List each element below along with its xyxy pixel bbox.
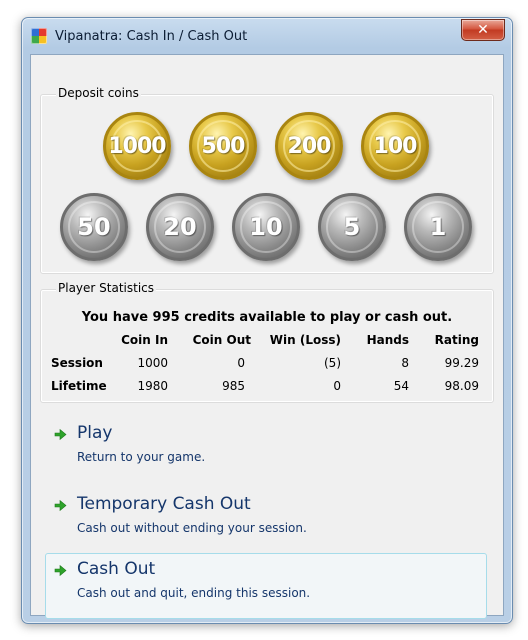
table-cell: 1000 — [137, 356, 168, 370]
table-cell: 0 — [333, 379, 341, 393]
command-description: Return to your game. — [77, 450, 206, 464]
row-header: Lifetime — [51, 379, 107, 393]
coin-value: 10 — [249, 213, 283, 241]
credits-message: You have 995 credits available to play o… — [81, 310, 453, 325]
deposit-coins-group: Deposit coins 1000 500 200 100 50 20 10 — [40, 86, 494, 274]
row-header: Session — [51, 356, 103, 370]
command-title: Temporary Cash Out — [77, 494, 251, 514]
coin-1-button[interactable]: 1 — [404, 193, 472, 261]
column-header: Coin Out — [192, 333, 251, 347]
command-title: Cash Out — [77, 559, 156, 579]
coin-5-button[interactable]: 5 — [318, 193, 386, 261]
coin-value: 5 — [343, 213, 361, 241]
cash-out-command-link[interactable]: Cash Out Cash out and quit, ending this … — [45, 553, 487, 619]
dialog-window: Vipanatra: Cash In / Cash Out ✕ Deposit … — [21, 17, 513, 624]
table-cell: 99.29 — [444, 356, 479, 370]
coin-500-button[interactable]: 500 — [189, 112, 257, 180]
app-icon — [31, 28, 47, 44]
column-header: Hands — [366, 333, 409, 347]
column-header: Win (Loss) — [269, 333, 341, 347]
title-bar[interactable]: Vipanatra: Cash In / Cash Out ✕ — [22, 18, 512, 54]
green-arrow-icon — [54, 564, 67, 577]
player-statistics-label: Player Statistics — [56, 281, 157, 295]
table-cell: 8 — [401, 356, 409, 370]
coin-100-button[interactable]: 100 — [361, 112, 429, 180]
dialog-content: Deposit coins 1000 500 200 100 50 20 10 — [30, 54, 504, 619]
coin-value: 1 — [429, 213, 447, 241]
command-description: Cash out and quit, ending this session. — [77, 586, 311, 600]
table-cell: 98.09 — [444, 379, 479, 393]
coin-50-button[interactable]: 50 — [60, 193, 128, 261]
temporary-cash-out-command-link[interactable]: Temporary Cash Out Cash out without endi… — [45, 488, 487, 554]
coin-value: 100 — [373, 133, 418, 159]
coin-20-button[interactable]: 20 — [146, 193, 214, 261]
close-button[interactable]: ✕ — [461, 19, 505, 41]
window-title: Vipanatra: Cash In / Cash Out — [55, 29, 248, 44]
coin-1000-button[interactable]: 1000 — [103, 112, 171, 180]
coin-value: 20 — [163, 213, 197, 241]
table-cell: 985 — [222, 379, 245, 393]
green-arrow-icon — [54, 499, 67, 512]
player-statistics-group: Player Statistics You have 995 credits a… — [40, 281, 494, 403]
command-title: Play — [77, 423, 113, 443]
table-cell: 1980 — [137, 379, 168, 393]
table-cell: 54 — [393, 379, 409, 393]
coin-value: 50 — [77, 213, 111, 241]
green-arrow-icon — [54, 428, 67, 441]
column-header: Rating — [434, 333, 479, 347]
command-description: Cash out without ending your session. — [77, 521, 307, 535]
play-command-link[interactable]: Play Return to your game. — [45, 417, 487, 483]
table-row: Lifetime 1980 985 0 54 98.09 — [51, 379, 481, 397]
coin-value: 200 — [287, 133, 332, 159]
deposit-coins-label: Deposit coins — [56, 86, 141, 100]
coin-10-button[interactable]: 10 — [232, 193, 300, 261]
coin-value: 1000 — [108, 133, 166, 159]
table-cell: 0 — [237, 356, 245, 370]
table-cell: (5) — [324, 356, 341, 370]
column-header: Coin In — [121, 333, 168, 347]
table-row: Session 1000 0 (5) 8 99.29 — [51, 356, 481, 374]
coin-value: 500 — [201, 133, 246, 159]
table-header-row: Coin In Coin Out Win (Loss) Hands Rating — [51, 333, 481, 351]
coin-200-button[interactable]: 200 — [275, 112, 343, 180]
